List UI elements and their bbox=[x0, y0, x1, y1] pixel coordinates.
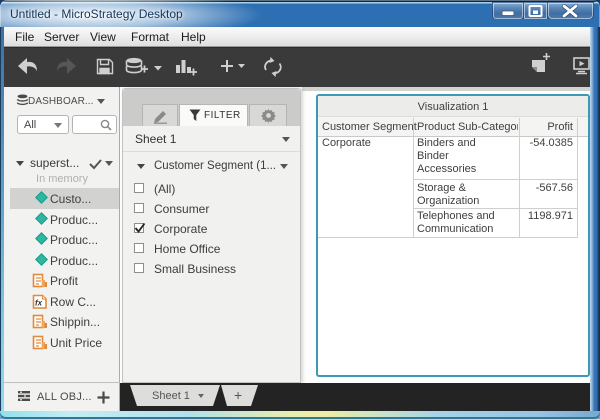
svg-text:fx: fx bbox=[35, 299, 43, 308]
